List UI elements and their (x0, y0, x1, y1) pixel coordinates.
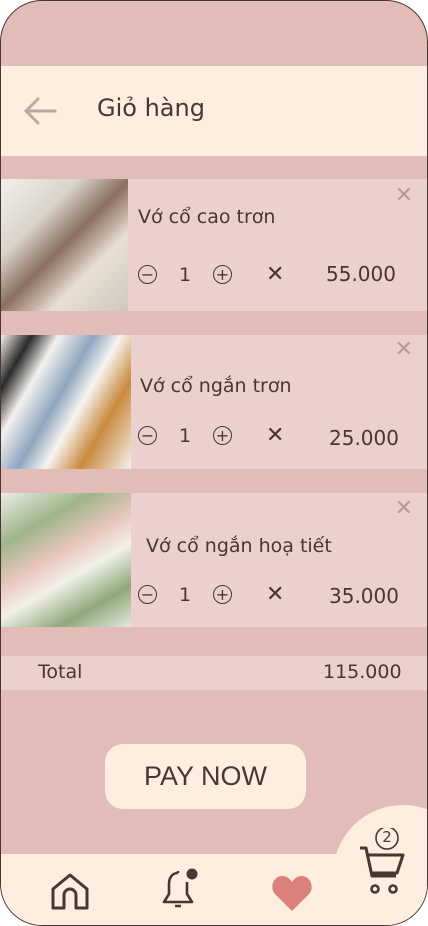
home-icon[interactable] (50, 871, 90, 911)
product-name: Vớ cổ ngắn hoạ tiết (146, 535, 332, 557)
multiply-icon: ✕ (266, 423, 285, 448)
cart-item: ✕ Vớ cổ ngắn trơn − 1 + ✕ 25.000 (1, 335, 427, 469)
plus-icon[interactable]: + (213, 585, 232, 604)
quantity: 1 (178, 263, 192, 286)
remove-icon[interactable]: ✕ (395, 337, 413, 362)
product-price: 25.000 (329, 426, 399, 450)
multiply-icon: ✕ (266, 582, 285, 607)
product-image (1, 179, 128, 311)
product-price: 35.000 (329, 584, 399, 608)
remove-icon[interactable]: ✕ (395, 183, 413, 208)
multiply-icon: ✕ (266, 262, 285, 287)
total-label: Total (38, 661, 83, 683)
arrow-left-icon[interactable] (23, 96, 57, 126)
total-row: Total 115.000 (1, 656, 427, 690)
minus-icon[interactable]: − (138, 585, 157, 604)
heart-icon[interactable] (271, 874, 313, 912)
pay-now-button[interactable]: PAY NOW (105, 744, 306, 809)
total-value: 115.000 (323, 661, 402, 683)
plus-icon[interactable]: + (213, 426, 232, 445)
product-price: 55.000 (326, 262, 396, 286)
product-image (1, 335, 131, 469)
product-name: Vớ cổ ngắn trơn (140, 375, 292, 397)
cart-count-badge: 2 (382, 828, 392, 846)
cart-item: ✕ Vớ cổ ngắn hoạ tiết − 1 + ✕ 35.000 (1, 493, 427, 627)
plus-icon[interactable]: + (213, 265, 232, 284)
quantity: 1 (178, 583, 192, 606)
product-name: Vớ cổ cao trơn (138, 206, 276, 228)
product-image (1, 493, 131, 627)
minus-icon[interactable]: − (138, 426, 157, 445)
minus-icon[interactable]: − (138, 265, 157, 284)
header: Giỏ hàng (1, 66, 427, 156)
remove-icon[interactable]: ✕ (395, 496, 413, 521)
quantity: 1 (178, 424, 192, 447)
cart-item: ✕ Vớ cổ cao trơn − 1 + ✕ 55.000 (1, 179, 427, 311)
bell-icon[interactable] (158, 868, 200, 912)
page-title: Giỏ hàng (97, 94, 205, 122)
phone-frame: Giỏ hàng ✕ Vớ cổ cao trơn − 1 + ✕ 55.000… (0, 0, 428, 926)
